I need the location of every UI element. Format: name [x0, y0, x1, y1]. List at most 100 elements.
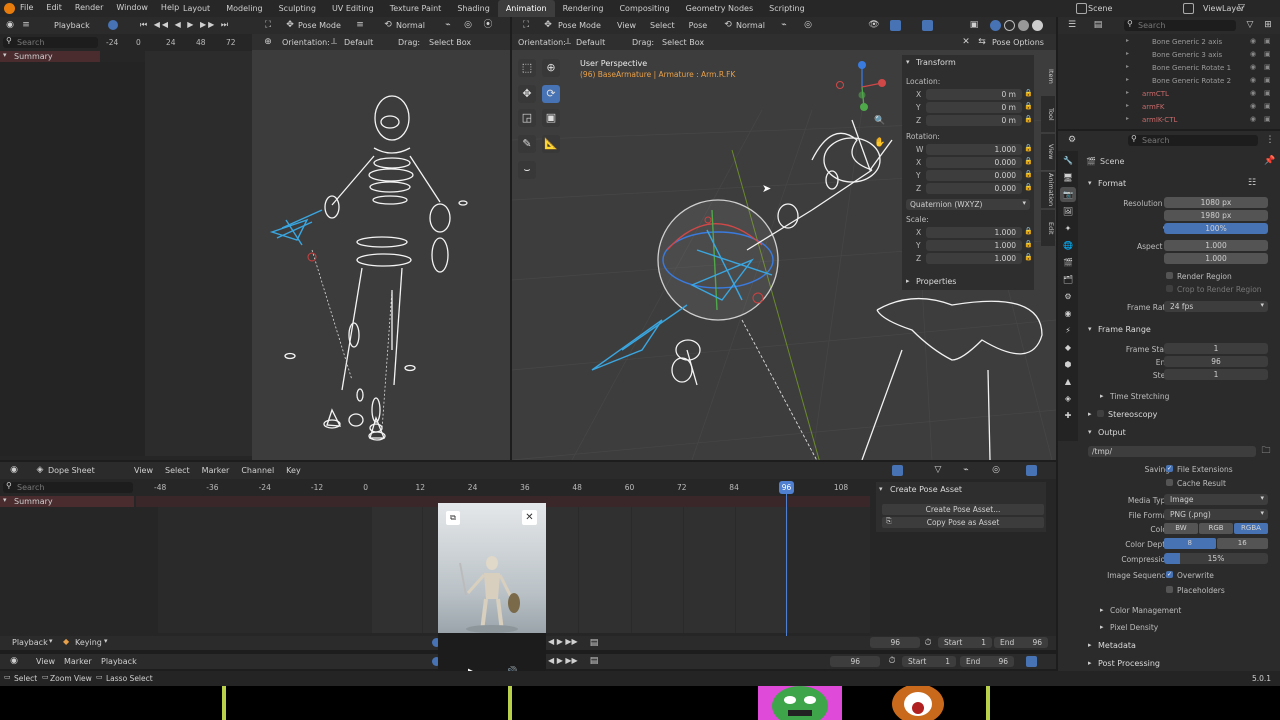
pose-mode-icon[interactable]: ✥	[542, 19, 554, 31]
stereoscopy-panel-title[interactable]: Stereoscopy	[1108, 410, 1157, 419]
dopesheet-menu-marker[interactable]: Marker	[202, 466, 230, 475]
presets-icon[interactable]: ☷	[1246, 177, 1258, 189]
visibility-icon[interactable]: 👁	[868, 19, 880, 31]
overlay-toggle-icon[interactable]	[1026, 656, 1037, 667]
pin-icon[interactable]: 📌	[1264, 155, 1276, 167]
expand-icon[interactable]: ▸	[906, 277, 910, 285]
orientation-value[interactable]: Default	[576, 38, 605, 47]
collection-tab-icon[interactable]: 🎬	[1060, 255, 1076, 270]
playback-controls[interactable]: ⏮ ◀◀ ◀ ▶ ▶▶ ⏭	[140, 20, 230, 30]
expand-icon[interactable]: ▸	[1126, 76, 1129, 83]
create-pose-asset-button[interactable]: Create Pose Asset...	[882, 504, 1044, 515]
expand-icon[interactable]: ▸	[1126, 37, 1129, 44]
visibility-icon[interactable]: ◉	[1250, 76, 1256, 84]
collapse-icon[interactable]: ▾	[1088, 179, 1092, 187]
relax-pose-tool[interactable]: ⌣	[518, 161, 536, 179]
options-icon[interactable]: ⋮	[1264, 134, 1276, 146]
collapse-icon[interactable]: ▾	[3, 51, 7, 59]
render-region-checkbox[interactable]	[1166, 272, 1173, 279]
transform-tool[interactable]: ▣	[542, 109, 560, 127]
dopesheet-menu-key[interactable]: Key	[286, 466, 301, 475]
current-frame-field[interactable]: 96	[870, 637, 920, 648]
left-keyframe-area[interactable]	[145, 51, 252, 456]
file-extensions-checkbox[interactable]: ✓	[1166, 465, 1173, 472]
scale-tool[interactable]: ◲	[518, 109, 536, 127]
sidebar-scroll[interactable]	[1046, 482, 1054, 632]
workspace-tab-scripting[interactable]: Scripting	[761, 0, 813, 17]
collapse-icon[interactable]: ▾	[1088, 428, 1092, 436]
scene-icon[interactable]	[1076, 3, 1087, 14]
lock-icon[interactable]: 🔒	[1024, 183, 1033, 191]
location-y-field[interactable]: 0 m	[926, 102, 1022, 113]
drag-value[interactable]: Select Box	[429, 38, 471, 47]
menu-icon[interactable]: ≡	[20, 19, 32, 31]
dopesheet-mode-select[interactable]: Dope Sheet	[48, 466, 95, 475]
close-icon[interactable]: ✕	[522, 510, 537, 525]
start-frame-field[interactable]: Start 1	[902, 656, 956, 667]
measure-tool[interactable]: 📐	[542, 135, 560, 153]
playback-controls[interactable]: ◀ ▶ ▶▶	[548, 656, 578, 665]
scene-tab-icon[interactable]: ✦	[1060, 221, 1076, 236]
output-panel-title[interactable]: Output	[1098, 428, 1126, 437]
workspace-tab-geometry-nodes[interactable]: Geometry Nodes	[678, 0, 761, 17]
stopwatch-icon[interactable]: ⏱	[886, 655, 898, 667]
expand-icon[interactable]: ▸	[1100, 606, 1104, 614]
front-viewport[interactable]: ⛶ ✥ Pose Mode ≡ ⟲ Normal ⌁ ◎ ⦿ ⊕ Orienta…	[252, 17, 510, 460]
orientation-value[interactable]: Default	[344, 38, 373, 47]
close-icon[interactable]: ✕	[960, 36, 972, 48]
visibility-icon[interactable]: ◉	[1250, 89, 1256, 97]
aspect-y-field[interactable]: 1.000	[1164, 253, 1268, 264]
dopesheet-menu-channel[interactable]: Channel	[241, 466, 274, 475]
frame-end-field[interactable]: 96	[1164, 356, 1268, 367]
particles-tab-icon[interactable]: ◉	[1060, 306, 1076, 321]
lock-icon[interactable]: 🔒	[1024, 157, 1033, 165]
rotation-y-field[interactable]: 0.000	[926, 170, 1022, 181]
texture-tab-icon[interactable]: ✚	[1060, 408, 1076, 423]
render-toggle-icon[interactable]: ▣	[1264, 63, 1271, 71]
properties-search-box[interactable]: ⚲ Search	[1128, 134, 1258, 146]
frame-range-panel-title[interactable]: Frame Range	[1098, 325, 1151, 334]
color-bw-button[interactable]: BW	[1164, 523, 1198, 534]
shading-solid-icon[interactable]	[990, 20, 1001, 31]
view-layer-icon[interactable]	[1183, 3, 1194, 14]
sidebar-tab-animation[interactable]: Animation	[1041, 172, 1055, 208]
pose-options[interactable]: Pose Options	[992, 38, 1044, 47]
lock-icon[interactable]: 🔒	[1024, 144, 1033, 152]
playback-menu[interactable]: Playback	[54, 21, 90, 30]
expand-icon[interactable]: ▸	[1126, 89, 1129, 96]
video-preview-popup[interactable]: ⧉ ✕ ▶ 🔊	[438, 503, 546, 689]
metadata-panel-title[interactable]: Metadata	[1098, 641, 1136, 650]
menu-render[interactable]: Render	[75, 3, 103, 14]
workspace-tab-layout[interactable]: Layout	[175, 0, 218, 17]
visibility-icon[interactable]: ◉	[1250, 102, 1256, 110]
transform-selector[interactable]: Normal	[396, 21, 425, 30]
compression-slider[interactable]: 15%	[1164, 553, 1268, 564]
clock-icon[interactable]: ▤	[588, 655, 600, 667]
frame-rate-select[interactable]: 24 fps ▾	[1164, 301, 1268, 312]
time-stretching-subpanel[interactable]: Time Stretching	[1110, 392, 1169, 401]
location-x-field[interactable]: 0 m	[926, 89, 1022, 100]
collapse-icon[interactable]: ▾	[1088, 325, 1092, 333]
workspace-tab-animation[interactable]: Animation	[497, 0, 555, 17]
render-toggle-icon[interactable]: ▣	[1264, 102, 1271, 110]
format-panel-title[interactable]: Format	[1098, 179, 1126, 188]
pose-asset-panel-title[interactable]: Create Pose Asset	[890, 485, 962, 494]
visibility-icon[interactable]: ◉	[1250, 63, 1256, 71]
color-rgba-button[interactable]: RGBA	[1234, 523, 1268, 534]
expand-icon[interactable]: ▸	[1088, 659, 1092, 667]
snap-icon[interactable]: ⌁	[442, 19, 454, 31]
physics-tab-icon[interactable]: ⚡	[1060, 323, 1076, 338]
workspace-tab-rendering[interactable]: Rendering	[555, 0, 612, 17]
outliner-editor-icon[interactable]: ☰	[1066, 19, 1078, 31]
visibility-icon[interactable]: ◉	[1250, 50, 1256, 58]
front-skeleton-rig[interactable]	[252, 50, 510, 460]
transform-panel-title[interactable]: Transform	[916, 58, 956, 67]
outliner-item-label[interactable]: Bone Generic Rotate 1	[1152, 64, 1231, 72]
workspace-tab-uv-editing[interactable]: UV Editing	[324, 0, 382, 17]
pan-hand-icon[interactable]: ✋	[874, 137, 886, 149]
folder-icon[interactable]: 🗀	[1260, 445, 1272, 457]
dopesheet-menu-view[interactable]: View	[134, 466, 153, 475]
overlay-toggle-icon[interactable]	[1026, 465, 1037, 476]
visibility-icon[interactable]: ◉	[1250, 115, 1256, 123]
current-frame-indicator[interactable]: 96	[779, 481, 794, 494]
